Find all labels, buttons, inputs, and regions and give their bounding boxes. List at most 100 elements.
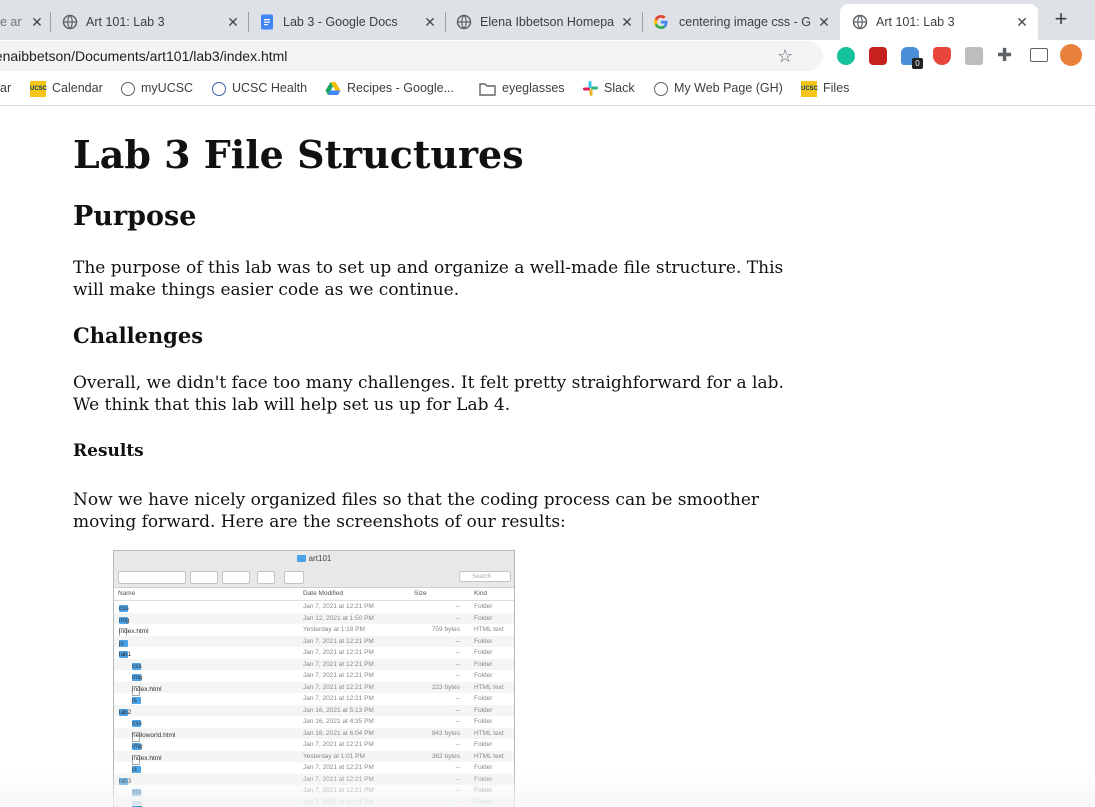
finder-row: index.htmlYesterday at 1:01 PM362 bytesH… [114,751,514,763]
bookmark-calendar-partial[interactable]: ar [0,80,11,98]
bookmark-label: Recipes - Google... [347,81,454,95]
col-date: Date Modified [303,590,343,597]
row-name: index.html [132,686,162,693]
tab-3[interactable]: Elena Ibbetson Homepa ✕ [446,4,642,40]
globe-icon [456,14,472,30]
row-name: index.html [132,755,162,762]
bookmark-star-icon[interactable]: ☆ [777,46,793,67]
bookmark-label: My Web Page (GH) [674,81,783,95]
row-size: 843 bytes [432,730,460,737]
row-name: css [132,663,142,670]
close-icon[interactable]: ✕ [815,13,833,31]
row-date: Jan 7, 2021 at 12:21 PM [303,661,374,668]
close-icon[interactable]: ✕ [1013,13,1031,31]
row-size: 362 bytes [432,753,460,760]
close-icon[interactable]: ✕ [224,13,242,31]
row-kind: HTML text [474,730,504,737]
row-date: Jan 7, 2021 at 12:21 PM [303,684,374,691]
bookmark-ucsc-health[interactable]: UCSC Health [212,80,307,98]
tab-separator [50,12,51,32]
tab-2[interactable]: Lab 3 - Google Docs ✕ [249,4,445,40]
row-size: -- [456,707,460,714]
address-bar[interactable]: /elenaibbetson/Documents/art101/lab3/ind… [0,41,823,71]
row-date: Jan 16, 2021 at 6:04 PM [303,730,374,737]
tab-title: Lab 3 - Google Docs [283,15,423,29]
tab-5-active[interactable]: Art 101: Lab 3 ✕ [840,4,1038,40]
finder-row: ▼lab2Jan 16, 2021 at 5:13 PM--Folder [114,705,514,717]
finder-toolbar: Search [114,567,514,588]
row-size: -- [456,764,460,771]
challenges-heading: Challenges [73,323,203,348]
grammarly-icon[interactable] [837,47,855,65]
tab-title: Art 101: Lab 3 [876,15,1016,29]
col-name: Name [118,590,135,597]
row-name: helloworld.html [132,732,175,739]
row-kind: Folder [474,661,492,668]
globe-icon [654,82,668,96]
avatar[interactable] [1060,44,1082,66]
bookmark-recipes[interactable]: Recipes - Google... [325,80,454,98]
google-icon [653,14,669,30]
tab-1[interactable]: Art 101: Lab 3 ✕ [52,4,248,40]
bookmark-label: eyeglasses [502,81,565,95]
row-size: -- [456,741,460,748]
gear-icon [222,571,250,584]
row-date: Jan 12, 2021 at 1:50 PM [303,615,374,622]
globe-icon [852,14,868,30]
challenges-paragraph: Overall, we didn't face too many challen… [73,372,813,416]
cast-icon[interactable] [1030,48,1048,62]
close-icon[interactable]: ✕ [28,13,46,31]
row-date: Jan 7, 2021 at 12:21 PM [303,638,374,645]
bookmark-my-web-page[interactable]: My Web Page (GH) [654,80,783,98]
row-date: Yesterday at 1:18 PM [303,626,365,633]
bookmark-files[interactable]: UCSCFiles [801,80,849,98]
row-size: 223 bytes [432,684,460,691]
row-kind: HTML text [474,753,504,760]
finder-row: ▶jsJan 7, 2021 at 12:21 PM--Folder [114,693,514,705]
finder-search: Search [459,571,511,582]
row-kind: HTML text [474,684,504,691]
folder-icon [297,555,306,562]
globe-icon [62,14,78,30]
close-icon[interactable]: ✕ [421,13,439,31]
row-name: index.html [119,628,149,635]
puzzle-icon[interactable]: ✚ [997,45,1012,66]
google-docs-icon [259,14,275,30]
row-size: 759 bytes [432,626,460,633]
row-kind: Folder [474,672,492,679]
row-kind: Folder [474,615,492,622]
row-size: -- [456,661,460,668]
row-name: img [132,674,142,681]
row-kind: HTML text [474,626,504,633]
row-kind: Folder [474,695,492,702]
finder-row: helloworld.html Jan 16, 2021 at 6:04 PM 84… [114,728,514,740]
row-date: Jan 7, 2021 at 12:21 PM [303,741,374,748]
row-kind: Folder [474,603,492,610]
tab-4[interactable]: centering image css - G ✕ [643,4,839,40]
bookmark-eyeglasses[interactable]: eyeglasses [479,80,565,98]
bookmark-calendar[interactable]: UCSCCalendar [30,80,103,98]
bookmark-slack[interactable]: Slack [583,80,635,98]
row-size: -- [456,603,460,610]
bookmark-myucsc[interactable]: myUCSC [121,80,193,98]
view-mode-buttons [118,571,186,584]
row-date: Jan 7, 2021 at 12:21 PM [303,695,374,702]
tab-0[interactable]: e and ✕ [0,4,50,40]
finder-row: ▶jsJan 7, 2021 at 12:21 PM--Folder [114,636,514,648]
results-paragraph: Now we have nicely organized files so th… [73,489,813,533]
extension-icon[interactable] [965,47,983,65]
shield-extension-icon[interactable] [933,47,951,65]
new-tab-button[interactable]: + [1050,8,1072,30]
row-kind: Folder [474,741,492,748]
bookmarks-bar: ar UCSCCalendar myUCSC UCSC Health Recip… [0,72,1095,106]
ucsc-icon: UCSC [30,81,46,97]
col-kind: Kind [474,590,487,597]
tab-title: centering image css - G [679,15,813,29]
row-name: img [132,743,142,750]
row-name: js [119,640,124,647]
row-name: img [119,617,129,624]
close-icon[interactable]: ✕ [618,13,636,31]
col-size: Size [414,590,427,597]
row-kind: Folder [474,649,492,656]
video-extension-icon[interactable] [869,47,887,65]
